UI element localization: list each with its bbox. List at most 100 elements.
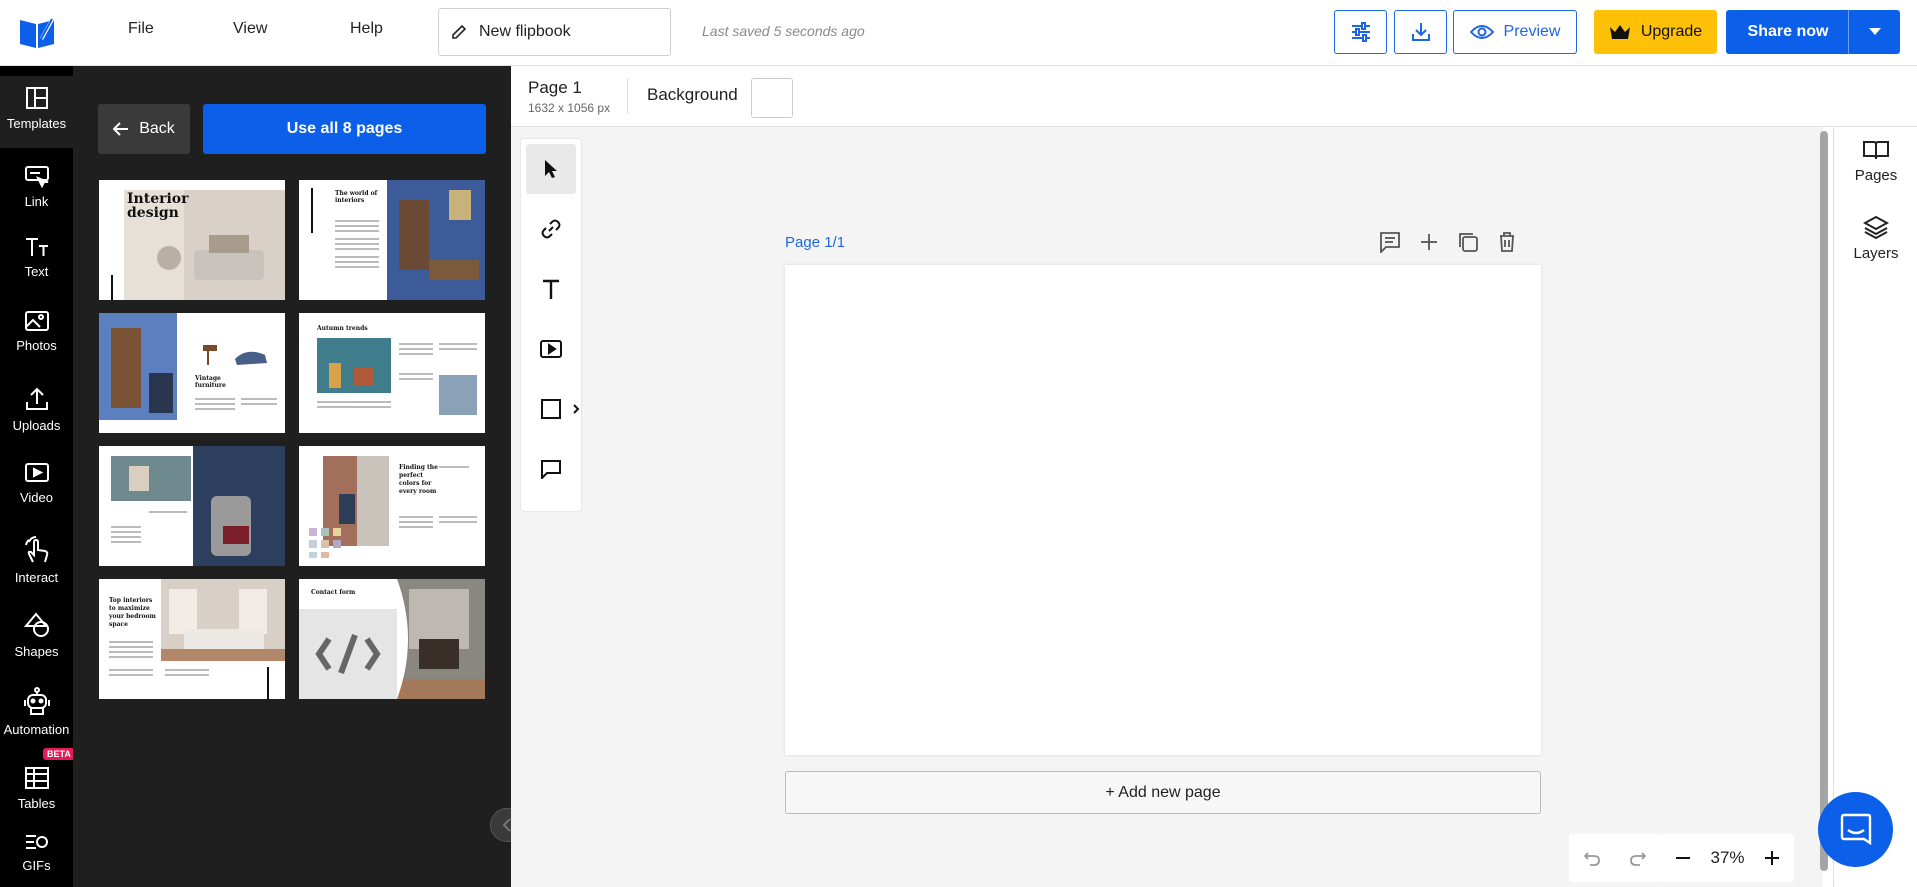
add-page-icon[interactable] [1418,231,1440,253]
rail-label-text: Text [24,264,49,279]
comment-tool[interactable] [526,444,576,494]
background-color-swatch[interactable] [751,78,793,118]
settings-button[interactable] [1334,10,1387,54]
zoom-level: 37% [1710,848,1745,867]
rail-item-gifs[interactable]: GIFs [0,824,73,887]
redo-icon[interactable] [1629,849,1647,867]
vertical-scrollbar[interactable] [1820,131,1828,871]
last-saved-status: Last saved 5 seconds ago [702,23,865,39]
rail-item-shapes[interactable]: Shapes [0,604,73,674]
rail-label-gifs: GIFs [22,858,51,873]
canvas-toolbar [521,139,581,511]
zoom-in-icon[interactable] [1764,850,1780,866]
rail-label-photos: Photos [16,338,57,353]
page-canvas[interactable] [785,265,1541,755]
upgrade-label: Upgrade [1640,23,1703,40]
interact-icon [24,536,48,563]
thumbnail-heading: Interior design [127,191,189,221]
add-new-page-button[interactable]: + Add new page [785,771,1541,814]
rail-label-templates: Templates [6,116,67,131]
square-icon [541,399,561,419]
thumbnail-heading: Contact form [311,589,356,596]
page-note-icon[interactable] [1379,231,1401,253]
history-controls [1569,834,1661,882]
upgrade-button[interactable]: Upgrade [1594,10,1717,54]
app-logo-icon[interactable] [18,14,56,50]
undo-icon[interactable] [1583,849,1601,867]
rail-item-tables[interactable]: BETA Tables [0,748,75,818]
share-dropdown-toggle[interactable] [1848,10,1900,54]
delete-page-icon[interactable] [1496,231,1518,253]
chat-icon [1840,813,1871,845]
background-label: Background [647,85,738,104]
use-all-pages-button[interactable]: Use all 8 pages [203,104,486,154]
text-tool[interactable] [526,264,576,314]
rail-label-uploads: Uploads [12,418,61,433]
comment-icon [541,460,561,479]
template-thumbnail[interactable]: Finding the perfect colors for every roo… [299,446,485,566]
rail-item-photos[interactable]: Photos [0,302,73,372]
layers-panel-button[interactable]: Layers [1834,215,1917,262]
template-thumbnail[interactable]: Vintage furniture [99,313,285,433]
template-thumbnail[interactable]: Top interiors to maximize your bedroom s… [99,579,285,699]
eye-icon [1469,25,1494,39]
divider [627,78,628,114]
page-name: Page 1 [528,78,582,97]
caret-down-icon [1868,28,1881,35]
shape-tool[interactable] [526,384,580,434]
download-icon [1411,23,1430,41]
templates-icon [25,87,48,109]
cursor-icon [545,160,557,178]
sliders-icon [1351,22,1370,42]
rail-label-link: Link [24,194,49,209]
preview-button[interactable]: Preview [1453,10,1577,54]
share-button[interactable]: Share now [1726,10,1900,54]
rail-label-automation: Automation [3,722,70,737]
layers-label: Layers [1853,245,1899,262]
rail-item-video[interactable]: Video [0,454,73,524]
rail-item-interact[interactable]: Interact [0,528,73,598]
thumbnail-heading: Autumn trends [317,325,368,332]
menu-view[interactable]: View [233,20,267,38]
flipbook-title-field[interactable]: New flipbook [438,8,671,56]
template-thumbnail[interactable]: The world of interiors [299,180,485,300]
video-icon [24,463,49,482]
template-thumbnail[interactable] [99,446,285,566]
select-tool[interactable] [526,144,576,194]
download-button[interactable] [1394,10,1447,54]
rail-label-shapes: Shapes [14,644,59,659]
pencil-icon [452,24,467,39]
rail-item-templates[interactable]: Templates [0,76,73,148]
template-thumbnail[interactable]: Contact form [299,579,485,699]
pages-label: Pages [1854,167,1898,184]
gifs-icon [25,835,48,849]
link-tool[interactable] [526,204,576,254]
template-thumbnail[interactable]: Autumn trends [299,313,485,433]
crown-icon [1609,25,1630,39]
page-actions [1379,231,1518,253]
templates-panel: Back Use all 8 pages Interior design The… [73,66,511,887]
preview-label: Preview [1503,23,1561,40]
pages-panel-button[interactable]: Pages [1834,139,1917,184]
right-panel: Pages Layers [1833,127,1917,887]
thumbnail-heading: Vintage furniture [195,375,226,389]
menu-file[interactable]: File [128,20,154,38]
template-thumbnail[interactable]: Interior design [99,180,285,300]
duplicate-page-icon[interactable] [1457,231,1479,253]
rail-item-uploads[interactable]: Uploads [0,378,73,448]
back-label: Back [139,120,175,137]
menu-help[interactable]: Help [350,20,383,38]
video-tool[interactable] [526,324,576,374]
back-button[interactable]: Back [98,104,190,154]
zoom-controls: 37% [1661,834,1794,882]
zoom-out-icon[interactable] [1675,850,1691,866]
rail-item-text[interactable]: Text [0,228,73,298]
rail-item-automation[interactable]: Automation [0,678,73,748]
beta-badge: BETA [43,748,75,760]
rail-item-link[interactable]: Link [0,156,73,226]
left-tool-rail: Templates Link Text Photos Uploads Video… [0,66,75,887]
shapes-icon [23,612,49,637]
robot-icon [23,687,50,715]
tables-icon [24,767,49,789]
support-chat-button[interactable] [1818,792,1893,867]
